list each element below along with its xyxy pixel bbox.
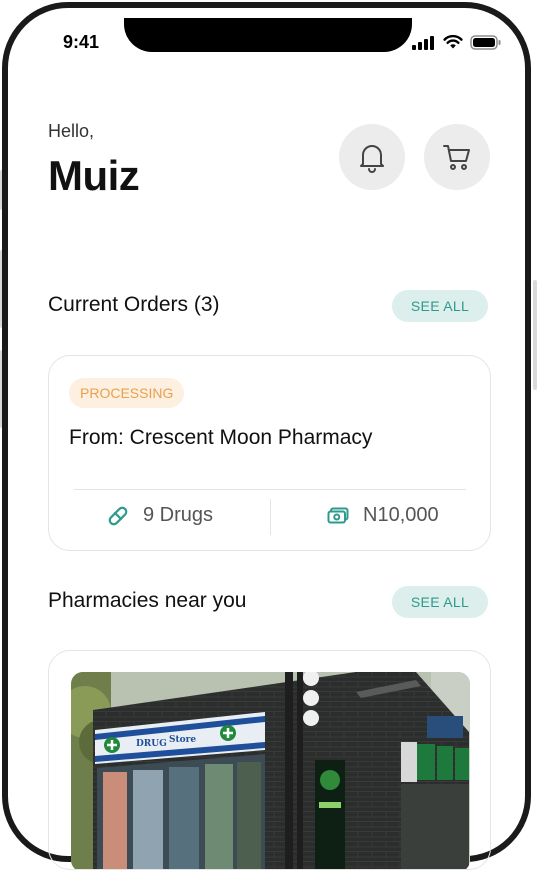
money-icon [327, 507, 349, 523]
pharmacy-card[interactable]: DRUG Store [48, 650, 491, 870]
user-name: Muiz [48, 152, 140, 199]
pharmacies-title: Pharmacies near you [48, 589, 247, 612]
order-card[interactable]: PROCESSING From: Crescent Moon Pharmacy … [48, 355, 491, 551]
notifications-button[interactable] [339, 124, 405, 190]
status-badge: PROCESSING [69, 378, 185, 408]
status-time: 9:41 [63, 32, 100, 52]
order-pharmacy-name: From: Crescent Moon Pharmacy [69, 426, 373, 449]
stat-divider [270, 499, 271, 535]
cart-icon [443, 145, 470, 170]
pill-icon [108, 506, 128, 525]
order-amount: N10,000 [327, 504, 439, 527]
power-button [533, 280, 537, 390]
greeting-text: Hello, [48, 121, 95, 141]
notch [124, 18, 412, 52]
signal-icon [412, 35, 434, 50]
card-divider [74, 489, 466, 490]
storefront-sign-right: Store [169, 735, 196, 745]
status-icons [412, 35, 502, 50]
order-amount-label: N10,000 [363, 504, 439, 526]
pharmacies-see-all-button[interactable]: SEE ALL [392, 586, 488, 618]
current-orders-see-all-button[interactable]: SEE ALL [392, 290, 488, 322]
cart-button[interactable] [424, 124, 490, 190]
current-orders-title: Current Orders (3) [48, 293, 220, 316]
battery-icon [470, 35, 501, 50]
pharmacy-photo: DRUG Store [71, 672, 470, 869]
drug-count: 9 Drugs [107, 504, 213, 527]
wifi-icon [443, 35, 463, 49]
storefront-sign-left: DRUG [136, 739, 167, 749]
drug-count-label: 9 Drugs [143, 504, 214, 526]
bell-icon [360, 145, 384, 173]
